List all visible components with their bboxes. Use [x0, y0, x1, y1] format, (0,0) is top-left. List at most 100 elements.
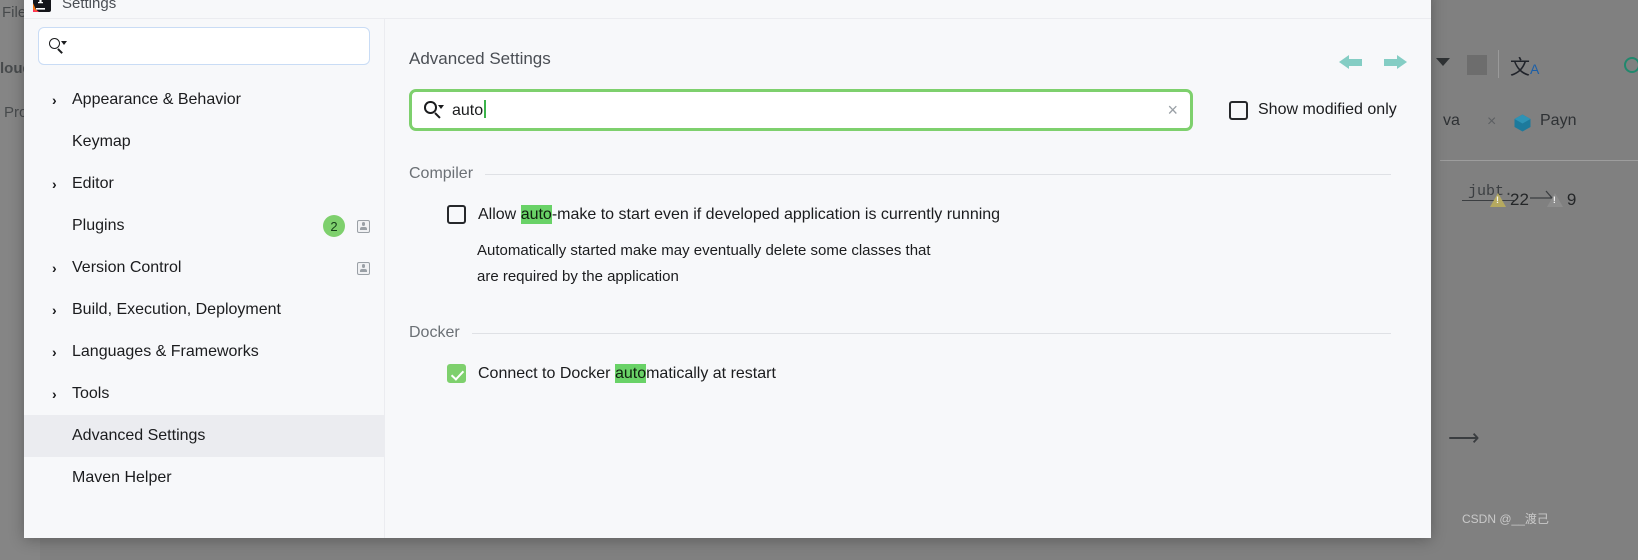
chevron-right-icon[interactable]: › [52, 387, 68, 401]
search-icon [424, 101, 444, 119]
sidebar-item-label: Languages & Frameworks [72, 343, 259, 360]
sidebar-item-editor[interactable]: › Editor [24, 163, 384, 205]
chevron-right-icon[interactable]: › [52, 345, 68, 359]
background-menu-file: File [2, 4, 27, 21]
settings-search-box[interactable]: auto × [409, 89, 1193, 131]
search-match-highlight: auto [520, 205, 552, 224]
weak-warning-count: 9 [1566, 190, 1577, 209]
background-stop-icon [1467, 55, 1487, 75]
page-title: Advanced Settings [409, 49, 551, 68]
show-modified-only-checkbox[interactable] [1229, 100, 1248, 120]
translate-sub-glyph: A [1530, 61, 1540, 77]
settings-group-docker: Docker Connect to Docker automatically a… [409, 324, 1407, 383]
settings-sidebar: › Appearance & Behavior › Keymap › Edito… [24, 19, 385, 538]
sidebar-item-advanced-settings[interactable]: › Advanced Settings [24, 415, 384, 457]
chevron-right-icon[interactable]: › [52, 177, 68, 191]
forward-arrow-icon[interactable] [1383, 51, 1407, 73]
clear-search-icon[interactable]: × [1167, 101, 1178, 119]
sidebar-item-label: Editor [72, 175, 114, 192]
plugins-update-badge: 2 [323, 215, 345, 237]
csdn-watermark: CSDN @__渡己 [1462, 512, 1549, 526]
settings-content: Advanced Settings auto × Show modified o… [385, 19, 1431, 538]
label-prefix: Allow [478, 206, 521, 223]
settings-search-value[interactable]: auto [452, 100, 486, 120]
connect-docker-checkbox[interactable] [447, 364, 466, 383]
translate-glyph: 文 [1510, 57, 1530, 79]
project-scope-icon [357, 261, 370, 275]
project-scope-icon [357, 219, 370, 233]
label-suffix: -make to start even if developed applica… [551, 206, 1001, 223]
sidebar-item-label: Plugins [72, 217, 125, 234]
warning-count: 22 [1510, 190, 1529, 209]
sidebar-search-box[interactable] [38, 27, 370, 65]
dialog-body: › Appearance & Behavior › Keymap › Edito… [24, 19, 1431, 538]
dialog-titlebar: Settings [24, 0, 1431, 19]
warning-triangle-icon [1490, 193, 1506, 207]
sidebar-item-plugins[interactable]: › Plugins 2 [24, 205, 384, 247]
description-line-2: are required by the application [477, 268, 679, 285]
intellij-idea-icon [32, 0, 52, 13]
connect-docker-label: Connect to Docker automatically at resta… [478, 364, 776, 383]
background-horizontal-rule [1440, 160, 1638, 161]
setting-allow-auto-make-row[interactable]: Allow auto-make to start even if develop… [409, 205, 1407, 224]
background-toolbar-divider [1498, 50, 1499, 78]
group-header: Compiler [409, 165, 1407, 183]
chevron-right-icon[interactable]: › [52, 261, 68, 275]
background-translate-icon: 文A [1510, 51, 1539, 80]
sidebar-search-input[interactable] [71, 37, 359, 55]
show-modified-only-label: Show modified only [1258, 101, 1397, 118]
show-modified-only-row[interactable]: Show modified only [1229, 100, 1397, 120]
settings-search-text: auto [452, 102, 484, 119]
background-editor-tab-label: va [1443, 112, 1460, 129]
group-header: Docker [409, 324, 1407, 342]
sidebar-item-tools[interactable]: › Tools [24, 373, 384, 415]
allow-auto-make-description: Automatically started make may eventuall… [409, 238, 1407, 290]
sidebar-item-keymap[interactable]: › Keymap [24, 121, 384, 163]
sidebar-item-languages-frameworks[interactable]: › Languages & Frameworks [24, 331, 384, 373]
group-divider [471, 332, 1391, 334]
sidebar-item-appearance-behavior[interactable]: › Appearance & Behavior [24, 79, 384, 121]
group-divider [485, 173, 1391, 175]
screen: File loud Pro 文A va × Payn jubt. 22 [0, 0, 1638, 560]
allow-auto-make-checkbox[interactable] [447, 205, 466, 224]
sidebar-item-label: Version Control [72, 259, 182, 276]
sidebar-item-label: Tools [72, 385, 110, 402]
group-title: Compiler [409, 165, 474, 182]
sidebar-item-label: Maven Helper [72, 469, 172, 486]
search-match-highlight: auto [614, 364, 647, 383]
description-line-1: Automatically started make may eventuall… [477, 242, 931, 259]
sidebar-item-label: Keymap [72, 133, 131, 150]
text-caret [484, 100, 486, 118]
background-module-label: Payn [1540, 112, 1577, 129]
label-prefix: Connect to Docker [478, 365, 615, 382]
sidebar-search-wrapper [24, 27, 384, 65]
content-header: Advanced Settings [409, 19, 1407, 73]
settings-tree: › Appearance & Behavior › Keymap › Edito… [24, 79, 384, 499]
chevron-right-icon[interactable]: › [52, 93, 68, 107]
setting-connect-docker-row[interactable]: Connect to Docker automatically at resta… [409, 364, 1407, 383]
sidebar-item-maven-helper[interactable]: › Maven Helper [24, 457, 384, 499]
sidebar-item-version-control[interactable]: › Version Control [24, 247, 384, 289]
group-title: Docker [409, 324, 460, 341]
sidebar-item-label: Appearance & Behavior [72, 91, 241, 108]
sidebar-item-build-execution-deployment[interactable]: › Build, Execution, Deployment [24, 289, 384, 331]
search-icon [49, 38, 67, 54]
weak-warning-triangle-icon [1546, 193, 1563, 207]
sidebar-item-label: Build, Execution, Deployment [72, 301, 281, 318]
background-dropdown-caret-icon [1436, 58, 1450, 66]
background-long-arrow-icon: ⟶ [1448, 425, 1480, 450]
back-arrow-icon[interactable] [1339, 51, 1363, 73]
background-module-cube-icon [1514, 114, 1531, 132]
dialog-title: Settings [62, 0, 117, 12]
sidebar-item-label: Advanced Settings [72, 427, 206, 444]
allow-auto-make-label: Allow auto-make to start even if develop… [478, 205, 1000, 224]
label-suffix: matically at restart [646, 365, 776, 382]
settings-search-row: auto × Show modified only [409, 89, 1407, 131]
settings-group-compiler: Compiler Allow auto-make to start even i… [409, 165, 1407, 290]
chevron-right-icon[interactable]: › [52, 303, 68, 317]
background-tab-close-icon: × [1487, 113, 1497, 130]
settings-dialog: Settings › Appearance & Behavior Keymap … [24, 0, 1431, 538]
background-inspection-widget: 22 9 [1490, 190, 1576, 210]
background-right-panel [1440, 0, 1638, 560]
navigation-arrows [1339, 49, 1407, 73]
